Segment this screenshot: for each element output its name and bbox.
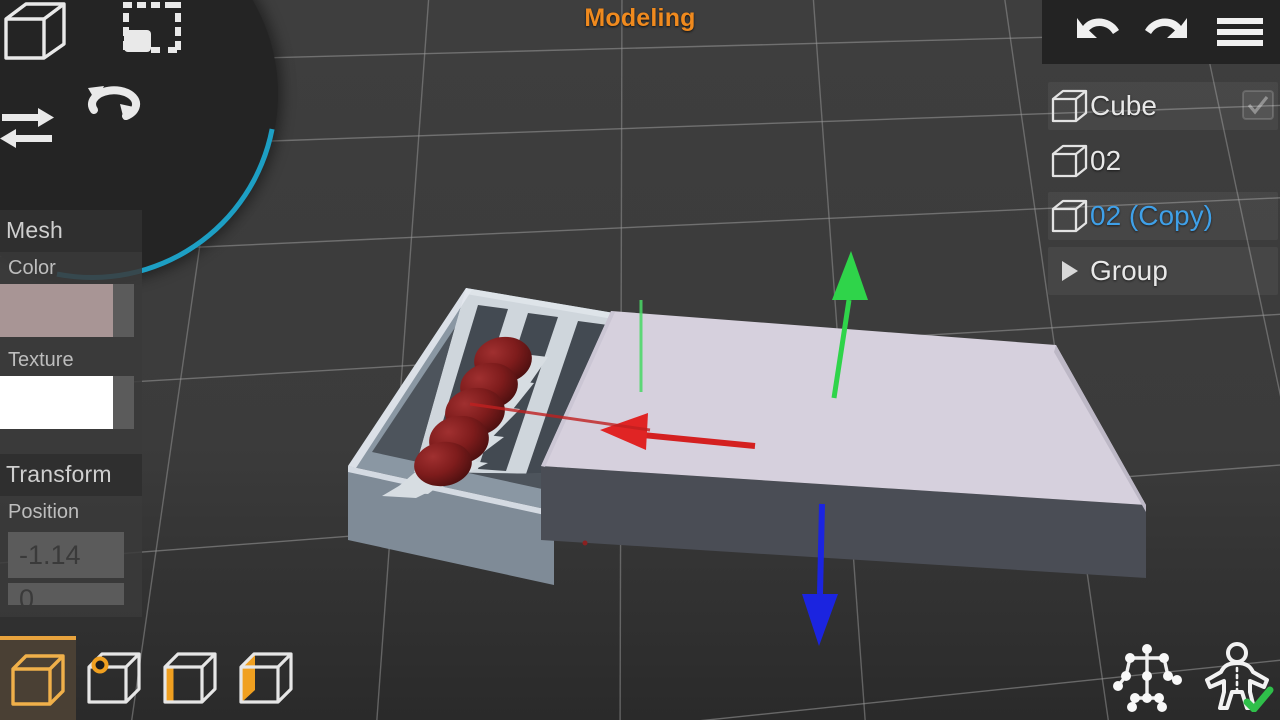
mesh-section-header: Mesh <box>0 210 142 252</box>
marquee-select-icon[interactable] <box>121 0 183 56</box>
transform-section-header: Transform <box>0 454 142 496</box>
position-x-input[interactable]: -1.14 <box>8 532 124 578</box>
color-swatch[interactable] <box>0 284 113 337</box>
visibility-checkbox[interactable] <box>1242 90 1274 120</box>
cube-icon <box>1050 88 1090 124</box>
cube-icon[interactable] <box>2 0 68 62</box>
cube-icon <box>1050 143 1090 179</box>
mesh-section-body: Color Texture <box>0 252 142 436</box>
edge-mode-button[interactable] <box>152 636 228 720</box>
undo-icon[interactable] <box>1071 14 1121 50</box>
cube-icon <box>1050 198 1090 234</box>
face-mode-button[interactable] <box>228 636 304 720</box>
rotate-icon[interactable] <box>82 76 146 132</box>
modeling-app-window: Modeling Mesh Color Texture Transform Po… <box>0 0 1280 720</box>
properties-panel: Mesh Color Texture Transform Position -1… <box>0 210 142 617</box>
position-y-input[interactable]: 0 <box>8 583 124 605</box>
panel-divider <box>0 436 142 454</box>
hierarchy-item-cube[interactable]: Cube <box>1044 78 1280 133</box>
object-mode-button[interactable] <box>0 636 76 720</box>
color-swatch-field[interactable] <box>0 284 134 337</box>
selection-mode-group <box>0 636 304 720</box>
bottom-toolbar <box>0 632 1280 720</box>
rig-tool-group <box>1110 640 1274 713</box>
hierarchy-item-group[interactable]: Group <box>1044 243 1280 298</box>
character-figure-icon[interactable] <box>1200 640 1274 713</box>
redo-icon[interactable] <box>1143 14 1193 50</box>
position-label: Position <box>8 501 80 523</box>
top-right-toolbar <box>1042 0 1280 64</box>
triangle-right-icon[interactable] <box>1050 256 1090 286</box>
hierarchy-item-label: 02 (Copy) <box>1090 199 1213 231</box>
hierarchy-item-label: Group <box>1090 254 1168 286</box>
object-hierarchy-list: Cube 02 02 (Copy) Group <box>1044 78 1280 298</box>
hierarchy-item-label: 02 <box>1090 144 1122 176</box>
color-label: Color <box>8 257 56 279</box>
hamburger-icon[interactable] <box>1215 14 1265 50</box>
texture-swatch-field[interactable] <box>0 376 134 429</box>
hierarchy-item-02[interactable]: 02 <box>1044 133 1280 188</box>
move-arrows-icon[interactable] <box>0 104 58 154</box>
hierarchy-item-label: Cube <box>1090 89 1157 121</box>
transform-section-body: Position -1.14 0 <box>0 496 142 617</box>
hierarchy-item-02-copy[interactable]: 02 (Copy) <box>1044 188 1280 243</box>
texture-swatch[interactable] <box>0 376 113 429</box>
skeleton-rig-icon[interactable] <box>1110 640 1184 712</box>
texture-label: Texture <box>8 349 74 371</box>
vertex-mode-button[interactable] <box>76 636 152 720</box>
